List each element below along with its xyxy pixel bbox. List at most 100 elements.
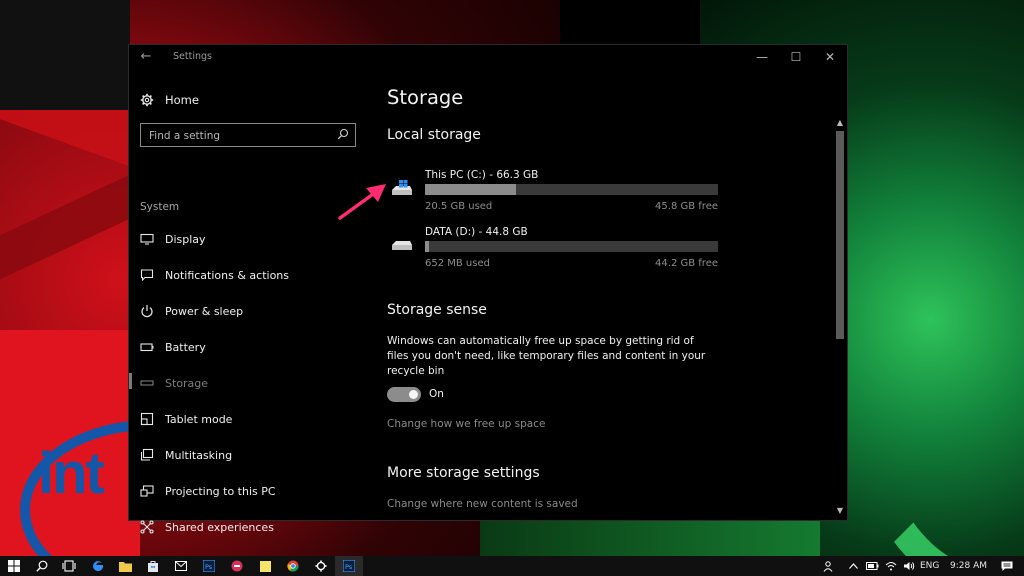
photoshop-button[interactable]: Ps: [195, 556, 223, 576]
chrome-button[interactable]: [279, 556, 307, 576]
sidebar: Home System Display Notifications & acti…: [129, 69, 369, 534]
multitasking-icon: [140, 448, 154, 462]
app-icon: [231, 560, 243, 572]
edge-icon: [93, 561, 103, 572]
task-view-button[interactable]: [55, 556, 83, 576]
maximize-button[interactable]: ☐: [779, 45, 813, 69]
local-storage-title: Local storage: [387, 127, 481, 143]
page-title: Storage: [387, 86, 464, 109]
sidebar-item-label: Display: [165, 232, 206, 246]
title-bar[interactable]: ← Settings — ☐ ✕: [129, 45, 847, 69]
start-button[interactable]: [0, 556, 28, 576]
clock[interactable]: 9:28 AM: [950, 556, 987, 576]
sidebar-item-label: Notifications & actions: [165, 268, 290, 282]
drive-c[interactable]: This PC (C:) - 66.3 GB 20.5 GB used 45.8…: [387, 169, 727, 219]
sidebar-item-label: Power & sleep: [165, 304, 244, 318]
wallpaper-green-bottom: [480, 520, 820, 556]
store-button[interactable]: [139, 556, 167, 576]
wifi-icon: [885, 562, 897, 571]
search-box[interactable]: [140, 123, 356, 147]
sidebar-item-label: Multitasking: [165, 448, 233, 462]
group-title: System: [140, 201, 180, 213]
usage-bar: [425, 184, 718, 195]
volume-icon: [904, 562, 915, 570]
battery-tray-button[interactable]: [862, 556, 882, 576]
storage-sense-toggle[interactable]: [387, 387, 421, 402]
storage-sense-description: Windows can automatically free up space …: [387, 335, 706, 377]
drive-name: This PC (C:) - 66.3 GB: [425, 169, 539, 181]
drive-icon: [392, 241, 412, 250]
sidebar-item-projecting[interactable]: Projecting to this PC: [129, 476, 369, 506]
sidebar-item-shared-experiences[interactable]: Shared experiences: [129, 512, 369, 542]
sidebar-item-notifications[interactable]: Notifications & actions: [129, 260, 369, 290]
show-hidden-icons-button[interactable]: [844, 556, 862, 576]
tablet-mode-icon: [140, 412, 154, 426]
drive-free: 44.2 GB free: [655, 258, 718, 269]
scrollbar[interactable]: ▲ ▼: [834, 117, 846, 519]
taskbar-search-button[interactable]: [28, 556, 56, 576]
drive-name: DATA (D:) - 44.8 GB: [425, 226, 528, 238]
gear-icon: [140, 93, 154, 107]
volume-button[interactable]: [900, 556, 918, 576]
minimize-button[interactable]: —: [745, 45, 779, 69]
mail-button[interactable]: [167, 556, 195, 576]
search-input[interactable]: [147, 127, 331, 145]
sticky-notes-button[interactable]: [251, 556, 279, 576]
action-center-button[interactable]: [996, 556, 1018, 576]
sidebar-item-battery[interactable]: Battery: [129, 332, 369, 362]
settings-button[interactable]: [307, 556, 335, 576]
photoshop-button[interactable]: Ps: [335, 556, 363, 576]
windows-drive-icon: [392, 180, 412, 195]
intel-logo: int: [38, 441, 105, 506]
more-storage-settings-title: More storage settings: [387, 465, 540, 481]
sidebar-item-label: Storage: [165, 376, 209, 390]
battery-icon: [140, 340, 154, 354]
battery-icon: [865, 562, 878, 570]
drive-used: 652 MB used: [425, 258, 490, 269]
close-button[interactable]: ✕: [813, 45, 847, 69]
scroll-up-icon[interactable]: ▲: [835, 117, 845, 129]
sidebar-item-label: Shared experiences: [165, 520, 274, 534]
language-indicator[interactable]: ENG: [920, 556, 939, 576]
file-explorer-button[interactable]: [111, 556, 139, 576]
change-content-location-link[interactable]: Change where new content is saved: [387, 498, 578, 510]
drive-free: 45.8 GB free: [655, 201, 718, 212]
svg-text:Ps: Ps: [345, 563, 353, 571]
window-title: Settings: [173, 51, 212, 62]
sticky-notes-icon: [259, 560, 271, 572]
back-button[interactable]: ←: [135, 49, 157, 65]
shared-experiences-icon: [140, 520, 154, 534]
scroll-thumb[interactable]: [836, 131, 844, 339]
start-icon: [8, 560, 20, 572]
sidebar-item-label: Tablet mode: [165, 412, 233, 426]
edge-button[interactable]: [84, 556, 112, 576]
app-button[interactable]: [223, 556, 251, 576]
toggle-knob: [409, 390, 418, 399]
people-button[interactable]: [818, 556, 840, 576]
wifi-button[interactable]: [882, 556, 900, 576]
settings-window: ← Settings — ☐ ✕ Home System Display: [128, 44, 848, 534]
usage-bar: [425, 241, 718, 252]
drive-d[interactable]: DATA (D:) - 44.8 GB 652 MB used 44.2 GB …: [387, 226, 727, 276]
sidebar-item-storage[interactable]: Storage: [129, 368, 369, 398]
sidebar-item-display[interactable]: Display: [129, 224, 369, 254]
mail-icon: [175, 561, 187, 571]
sidebar-item-tablet-mode[interactable]: Tablet mode: [129, 404, 369, 434]
sidebar-item-label: Battery: [165, 340, 206, 354]
photoshop-icon: Ps: [203, 560, 215, 572]
storage-icon: [140, 376, 154, 390]
photoshop-icon: Ps: [343, 560, 355, 572]
chevron-up-icon: [848, 563, 858, 569]
search-icon[interactable]: [337, 128, 349, 140]
main-content: Storage Local storage This PC (C:) - 66.…: [387, 69, 827, 519]
sidebar-item-multitasking[interactable]: Multitasking: [129, 440, 369, 470]
display-icon: [140, 232, 154, 246]
search-icon: [36, 560, 48, 572]
sidebar-item-power[interactable]: Power & sleep: [129, 296, 369, 326]
home-button[interactable]: Home: [129, 85, 369, 115]
storage-sense-title: Storage sense: [387, 302, 487, 318]
usage-bar-fill: [425, 241, 430, 252]
scroll-down-icon[interactable]: ▼: [835, 505, 845, 517]
svg-text:Ps: Ps: [205, 563, 213, 571]
change-free-up-link[interactable]: Change how we free up space: [387, 418, 545, 430]
